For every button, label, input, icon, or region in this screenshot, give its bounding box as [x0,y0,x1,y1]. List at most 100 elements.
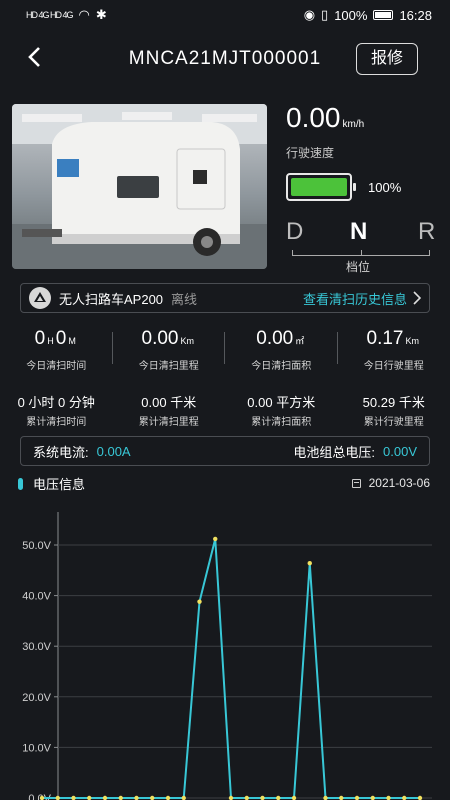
gear-n: N [350,218,368,245]
today-stats: 0H0M 今日清扫时间 0.00 Km 今日清扫里程 0.00 ㎡ 今日清扫面积 0… [0,328,450,372]
wifi-icon: ◠ [78,7,90,22]
stat-label: 累计清扫里程 [138,417,199,428]
clock: 16:28 [399,7,432,23]
data-point [165,795,171,800]
stat-value: 0.00 [141,328,179,349]
data-point [291,795,297,800]
battery-icon [373,10,394,20]
gear-label: 档位 [346,260,371,274]
stat-today-sweep-area: 0.00 ㎡ 今日清扫面积 [225,328,338,372]
data-point [55,795,60,800]
data-point [39,795,45,800]
stat-label: 今日清扫面积 [251,361,312,372]
date-picker[interactable]: 2021-03-06 [351,476,430,490]
stat-label: 今日清扫时间 [26,361,87,372]
stat-value: 0.17 [366,328,404,349]
data-point [181,795,186,800]
data-point [87,795,92,800]
data-point [402,795,407,800]
stat-unit-2: M [68,336,76,346]
data-point [370,795,375,800]
status-left: HD 4G HD 4G ◠ ✱ [26,7,107,23]
data-point [213,536,218,542]
stat-value: 0.00 [256,328,294,349]
stat-unit: H [47,336,54,346]
stat-today-drive-distance: 0.17 Km 今日行驶里程 [338,328,450,372]
header: MNCA21MJT000001 报修 [0,30,450,90]
stat-value: 50.29 千米 [362,395,425,410]
stat-unit: Km [180,336,194,346]
y-tick-label: 20.0V [22,692,51,704]
voltage-title-text: 电压信息 [33,477,86,492]
stat-value: 0 小时 0 分钟 [17,395,95,410]
stat-today-sweep-time: 0H0M 今日清扫时间 [0,328,113,372]
location-icon: ◉ [303,7,316,22]
data-point [354,795,360,800]
history-link-label: 查看清扫历史信息 [302,291,407,307]
data-point [71,795,76,800]
speed-value: 0.00 [286,102,341,133]
data-point [323,795,328,800]
status-right: ◉ ▯ 100% 16:28 [304,7,432,23]
vehicle-name: 无人扫路车AP200 [59,291,164,307]
data-point [197,599,202,604]
date-text: 2021-03-06 [368,476,430,490]
data-point [118,795,123,800]
stat-label: 今日行驶里程 [363,361,424,372]
current-value: 0.00A [96,443,131,459]
stat-label: 累计行驶里程 [363,417,424,428]
data-point [134,795,139,800]
stat-label: 累计清扫时间 [26,417,87,428]
y-tick-label: 50.0V [22,540,51,552]
speed-unit: km/h [342,119,365,130]
stat-value: 0 [34,328,46,349]
battery-gauge [286,173,356,201]
data-point [228,795,234,800]
chevron-right-icon [413,291,421,305]
stat-total-sweep-time: 0 小时 0 分钟 累计清扫时间 [0,392,113,428]
stat-label: 今日清扫里程 [138,361,199,372]
gear-r: R [418,218,436,245]
data-point [386,795,391,800]
data-point [102,795,108,800]
data-point [276,795,281,800]
signal-icon: HD 4G HD 4G [26,10,74,20]
vehicle-info-bar[interactable]: 无人扫路车AP200 离线 查看清扫历史信息 [20,283,430,313]
data-point [260,795,265,800]
data-point [244,795,249,800]
voltage-section-title: 电压信息 [18,474,85,493]
stat-value: 0.00 平方米 [247,395,316,410]
status-bar: HD 4G HD 4G ◠ ✱ ◉ ▯ 100% 16:28 [0,0,450,30]
data-point [307,561,312,566]
vehicle-image [12,104,267,269]
y-tick-label: 40.0V [22,591,51,603]
voltage-chart: 50.0V40.0V30.0V20.0V10.0V0.0V [22,512,432,800]
stat-total-drive-distance: 50.29 千米 累计行驶里程 [338,392,450,428]
calendar-icon [351,478,361,488]
stat-today-sweep-distance: 0.00 Km 今日清扫里程 [113,328,225,372]
bluetooth-icon: ✱ [95,7,107,22]
stat-total-sweep-area: 0.00 平方米 累计清扫面积 [225,392,338,428]
stat-total-sweep-distance: 0.00 千米 累计清扫里程 [113,392,226,428]
electric-info-bar: 系统电流: 0.00A 电池组总电压: 0.00V [20,436,430,466]
stat-label: 累计清扫面积 [251,417,312,428]
repair-button[interactable]: 报修 [356,43,418,75]
speed-label: 行驶速度 [286,146,335,160]
data-point [339,795,344,800]
vibrate-icon: ▯ [321,7,329,22]
stat-value-2: 0 [55,328,67,349]
y-tick-label: 10.0V [22,742,51,754]
speed-readout: 0.00 km/h [286,102,364,134]
stat-unit: Km [405,336,419,346]
battery-fill [291,178,347,196]
stat-unit: ㎡ [295,336,305,346]
gear-scale [292,250,430,256]
history-link[interactable]: 查看清扫历史信息 [303,289,421,308]
voltage-value: 0.00V [383,443,417,459]
voltage-label: 电池组总电压: [293,444,376,460]
series-line [42,538,420,799]
gear-d: D [286,218,304,245]
stat-value: 0.00 千米 [141,395,197,410]
battery-percent-text: 100% [334,7,368,23]
data-point [417,795,423,800]
